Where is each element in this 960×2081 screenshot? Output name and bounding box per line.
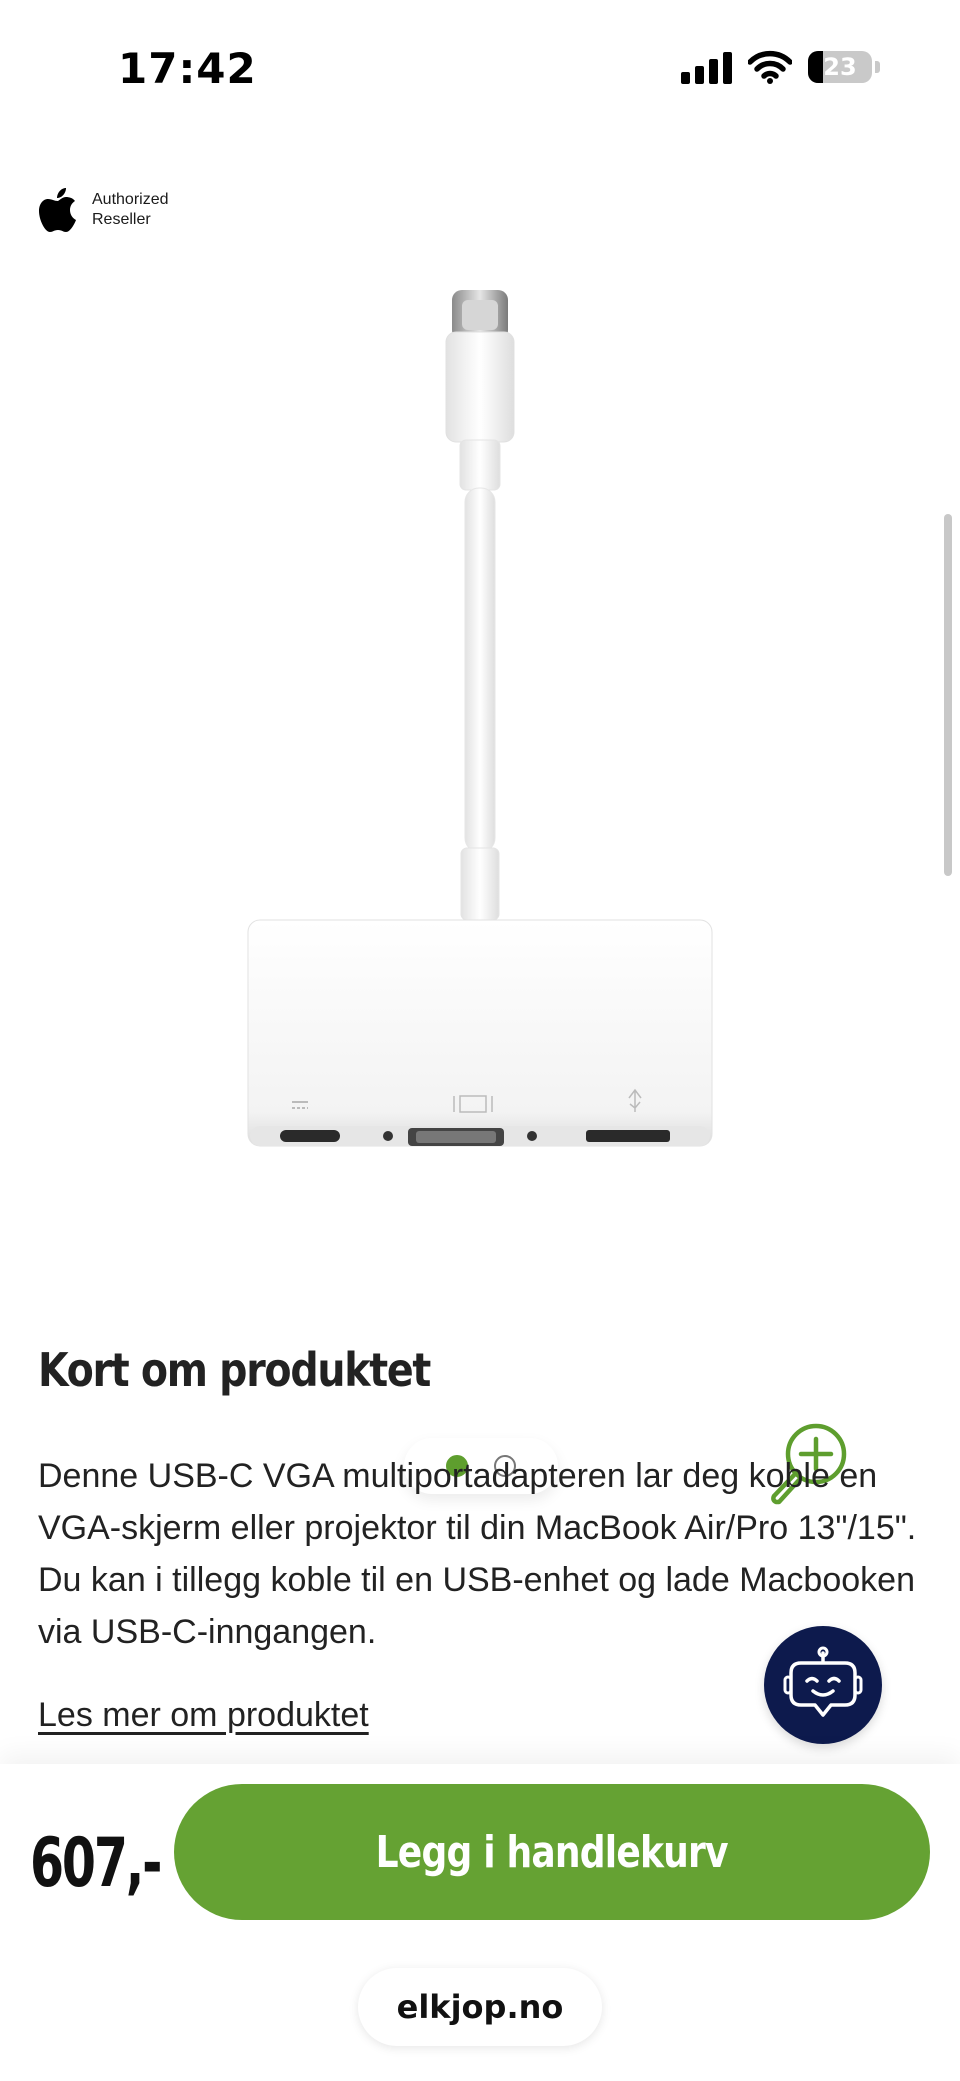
purchase-bar: 607,- Legg i handlekurv elkjop.no: [0, 1764, 960, 2081]
apple-logo-icon: [39, 188, 76, 232]
battery-level: 23: [823, 53, 857, 81]
reseller-text: Authorized Reseller: [92, 190, 169, 230]
price: 607,-: [30, 1824, 162, 1903]
summary-description: Denne USB-C VGA multiportadapteren lar d…: [38, 1457, 917, 1651]
summary-title: Kort om produktet: [38, 1343, 431, 1397]
product-image[interactable]: [240, 290, 720, 1200]
status-bar: 17:42 23: [0, 0, 960, 140]
scroll-indicator[interactable]: [944, 514, 952, 876]
reseller-line-1: Authorized: [92, 191, 169, 208]
product-gallery[interactable]: [0, 250, 960, 1505]
status-time: 17:42: [118, 44, 257, 93]
signal-icon: [681, 50, 732, 84]
browser-url-bar[interactable]: elkjop.no: [358, 1968, 602, 2046]
chatbot-icon: [783, 1646, 863, 1717]
battery-nub: [875, 61, 880, 73]
add-to-cart-label: Legg i handlekurv: [375, 1826, 729, 1878]
chatbot-button[interactable]: [764, 1626, 882, 1744]
authorized-reseller-badge: Authorized Reseller: [38, 186, 169, 234]
battery-icon: 23: [808, 51, 872, 83]
add-to-cart-button[interactable]: Legg i handlekurv: [174, 1784, 930, 1920]
read-more-link[interactable]: Les mer om produktet: [38, 1696, 369, 1735]
status-icons: 23: [681, 50, 880, 84]
reseller-line-2: Reseller: [92, 211, 151, 228]
wifi-icon: [748, 50, 792, 84]
